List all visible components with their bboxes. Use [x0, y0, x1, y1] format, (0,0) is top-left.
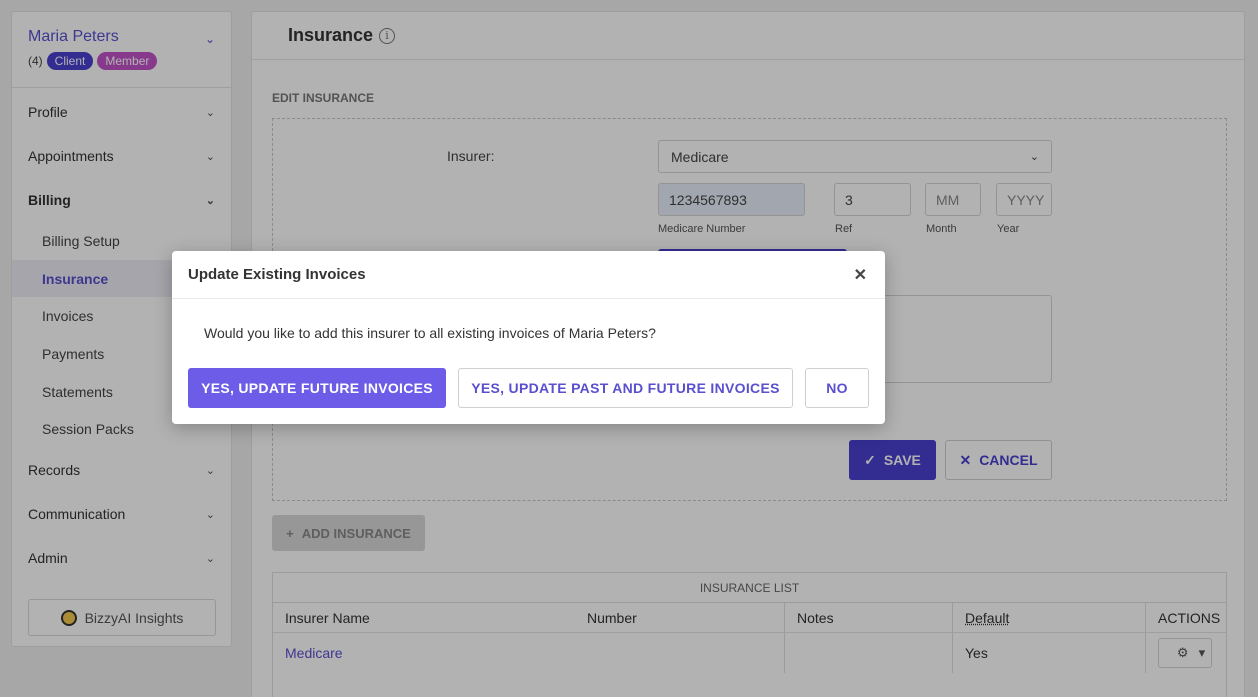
update-invoices-modal: Update Existing Invoices ✕ Would you lik… [172, 251, 885, 424]
close-icon[interactable]: ✕ [854, 265, 867, 285]
modal-header: Update Existing Invoices ✕ [172, 251, 885, 299]
modal-actions: YES, UPDATE FUTURE INVOICES YES, UPDATE … [188, 368, 869, 408]
modal-title: Update Existing Invoices [188, 266, 366, 283]
modal-message: Would you like to add this insurer to al… [204, 325, 656, 341]
update-future-invoices-button[interactable]: YES, UPDATE FUTURE INVOICES [188, 368, 446, 408]
no-button[interactable]: NO [805, 368, 869, 408]
update-past-and-future-invoices-button[interactable]: YES, UPDATE PAST AND FUTURE INVOICES [458, 368, 793, 408]
